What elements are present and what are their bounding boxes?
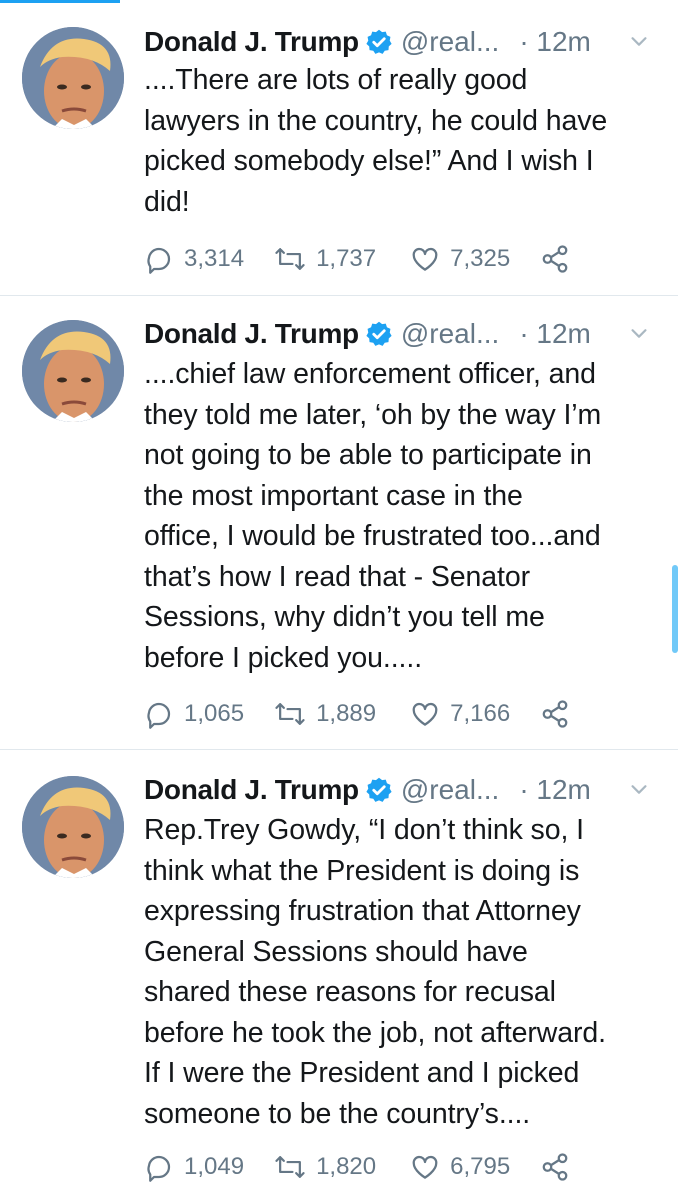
- share-icon: [542, 700, 568, 728]
- tweet-text: ....There are lots of really good lawyer…: [144, 64, 608, 218]
- reply-count: 1,065: [184, 700, 245, 727]
- share-icon: [542, 245, 568, 273]
- avatar-image: [22, 776, 124, 878]
- author-handle[interactable]: @real...: [401, 774, 499, 806]
- like-count: 7,325: [450, 245, 511, 272]
- retweet-icon: [275, 1156, 305, 1178]
- tweet-header: Donald J. Trump @real... · 12m: [144, 314, 658, 354]
- heart-icon: [412, 702, 438, 726]
- author-handle[interactable]: @real...: [401, 26, 499, 58]
- retweet-icon: [275, 703, 305, 725]
- heart-icon: [412, 247, 438, 271]
- author-name[interactable]: Donald J. Trump: [144, 26, 359, 58]
- tweet-header: Donald J. Trump @real... · 12m: [144, 22, 658, 62]
- tweet-actions: 1,065 1,889 7,166: [144, 696, 570, 732]
- retweet-button[interactable]: 1,820: [274, 1152, 376, 1182]
- verified-badge-icon: [366, 777, 392, 802]
- tweet-actions: 1,049 1,820 6,795: [144, 1149, 570, 1185]
- like-count: 7,166: [450, 700, 511, 727]
- like-button[interactable]: 7,325: [410, 244, 510, 274]
- tweet[interactable]: Donald J. Trump @real... · 12m Rep.Trey …: [0, 750, 678, 1200]
- tweet[interactable]: Donald J. Trump @real... · 12m ....There…: [0, 0, 678, 296]
- author-name[interactable]: Donald J. Trump: [144, 774, 359, 806]
- verified-badge-icon: [366, 29, 392, 54]
- reply-icon: [147, 1155, 171, 1182]
- like-button[interactable]: 7,166: [410, 699, 510, 729]
- avatar-image: [22, 320, 124, 422]
- scrollbar[interactable]: [672, 565, 678, 653]
- tweet-text: ....chief law enforcement officer, and t…: [144, 358, 602, 674]
- avatar[interactable]: [22, 27, 124, 129]
- retweet-icon: [275, 248, 305, 270]
- tweet[interactable]: Donald J. Trump @real... · 12m ....chief…: [0, 296, 678, 750]
- avatar[interactable]: [22, 320, 124, 422]
- retweet-count: 1,737: [316, 245, 377, 272]
- timestamp[interactable]: · 12m: [519, 26, 591, 58]
- retweet-count: 1,889: [316, 700, 377, 727]
- share-button[interactable]: [540, 1152, 570, 1182]
- like-count: 6,795: [450, 1153, 511, 1180]
- retweet-button[interactable]: 1,737: [274, 244, 376, 274]
- retweet-count: 1,820: [316, 1153, 377, 1180]
- chevron-down-icon[interactable]: [628, 30, 650, 52]
- tweet-text: Rep.Trey Gowdy, “I don’t think so, I thi…: [144, 814, 606, 1130]
- reply-icon: [147, 702, 171, 729]
- tweet-actions: 3,314 1,737 7,325: [144, 241, 570, 277]
- share-button[interactable]: [540, 699, 570, 729]
- reply-count: 3,314: [184, 245, 245, 272]
- verified-badge-icon: [366, 321, 392, 346]
- retweet-button[interactable]: 1,889: [274, 699, 376, 729]
- avatar-image: [22, 27, 124, 129]
- chevron-down-icon[interactable]: [628, 322, 650, 344]
- share-button[interactable]: [540, 244, 570, 274]
- share-icon: [542, 1153, 568, 1181]
- reply-icon: [147, 247, 171, 274]
- reply-button[interactable]: 3,314: [144, 244, 244, 274]
- reply-button[interactable]: 1,065: [144, 699, 244, 729]
- like-button[interactable]: 6,795: [410, 1152, 510, 1182]
- author-handle[interactable]: @real...: [401, 318, 499, 350]
- heart-icon: [412, 1155, 438, 1179]
- reply-button[interactable]: 1,049: [144, 1152, 244, 1182]
- chevron-down-icon[interactable]: [628, 778, 650, 800]
- avatar[interactable]: [22, 776, 124, 878]
- reply-count: 1,049: [184, 1153, 245, 1180]
- timestamp[interactable]: · 12m: [519, 774, 591, 806]
- tweet-header: Donald J. Trump @real... · 12m: [144, 770, 658, 810]
- author-name[interactable]: Donald J. Trump: [144, 318, 359, 350]
- timestamp[interactable]: · 12m: [519, 318, 591, 350]
